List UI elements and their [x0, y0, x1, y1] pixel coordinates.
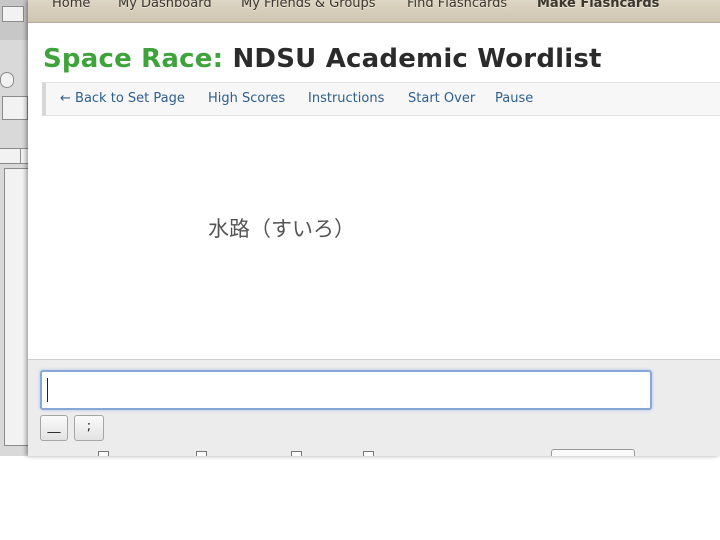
nav-home[interactable]: Home	[52, 0, 90, 11]
option-select[interactable]	[551, 449, 635, 456]
nav-my-dashboard[interactable]: My Dashboard	[118, 0, 212, 11]
start-over-link[interactable]: Start Over	[408, 91, 475, 106]
site-nav: Home My Dashboard My Friends & Groups Fi…	[28, 0, 720, 23]
underscore-char-button[interactable]: __	[40, 415, 68, 441]
options-row-cutoff	[28, 449, 720, 456]
semicolon-char-button[interactable]: ;	[74, 415, 104, 441]
browser-page: Home My Dashboard My Friends & Groups Fi…	[28, 0, 720, 456]
background-window-field	[2, 6, 24, 22]
nav-make-flashcards[interactable]: Make Flashcards	[537, 0, 659, 11]
nav-find-flashcards[interactable]: Find Flashcards	[407, 0, 507, 11]
page-title: Space Race: NDSU Academic Wordlist	[43, 44, 602, 74]
answer-panel: __ ;	[28, 359, 720, 456]
instructions-link[interactable]: Instructions	[308, 91, 384, 106]
text-caret	[47, 378, 48, 402]
background-window-field	[2, 96, 28, 120]
flashcard-term: 水路（すいろ）	[208, 217, 355, 241]
pause-link[interactable]: Pause	[495, 91, 533, 106]
back-to-set-link[interactable]: ← Back to Set Page	[60, 91, 185, 106]
answer-input[interactable]	[40, 370, 652, 410]
game-toolbar: ← Back to Set Page High Scores Instructi…	[42, 82, 720, 116]
background-window-panel	[4, 168, 30, 446]
title-prefix: Space Race:	[43, 44, 224, 74]
background-window	[0, 0, 31, 456]
nav-friends-groups[interactable]: My Friends & Groups	[241, 0, 376, 11]
background-window-circle-icon	[0, 72, 14, 88]
set-name: NDSU Academic Wordlist	[232, 44, 602, 74]
option-checkbox[interactable]	[363, 451, 374, 456]
option-checkbox[interactable]	[196, 451, 207, 456]
option-checkbox[interactable]	[291, 451, 302, 456]
option-checkbox[interactable]	[98, 451, 109, 456]
high-scores-link[interactable]: High Scores	[208, 91, 285, 106]
